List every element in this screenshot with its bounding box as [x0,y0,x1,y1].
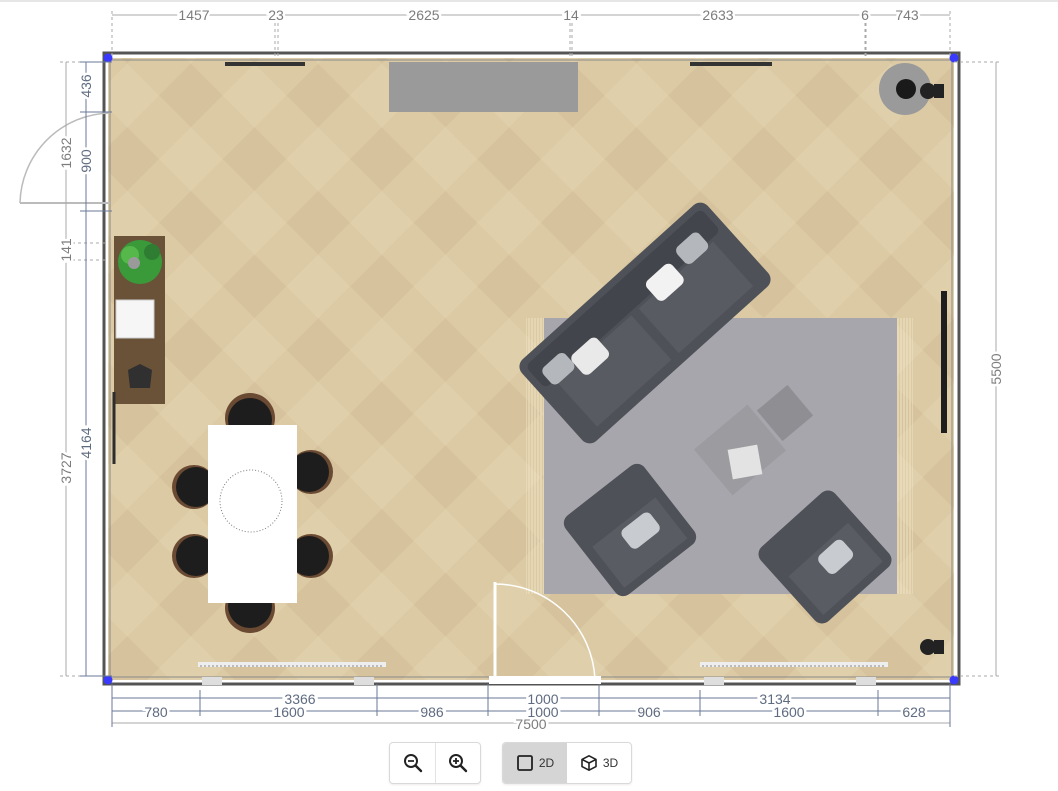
top-window-right[interactable] [690,62,772,66]
view-2d-button[interactable]: 2D [503,743,567,783]
dim-top-6: 6 [861,7,869,23]
dim-bottom-r2-2: 1600 [273,704,304,720]
view-2d-label: 2D [538,756,555,770]
books-stack [115,299,155,339]
dim-left-outer-3: 3727 [58,452,74,483]
dim-left-inner-1: 436 [78,74,94,98]
view-3d-button[interactable]: 3D [567,743,631,783]
tv-unit[interactable] [941,291,947,433]
dim-top-1: 1457 [178,7,209,23]
view-toggle: 2D 3D [502,742,632,784]
side-shelf[interactable] [114,236,165,404]
dim-top-4: 14 [563,7,579,23]
dim-bottom-r2-3: 986 [420,704,444,720]
dim-bottom-r2-7: 628 [902,704,926,720]
dim-top-7: 743 [895,7,919,23]
square-2d-icon [516,755,533,771]
dim-left-inner-2: 900 [78,149,94,173]
dim-bottom-r2-6: 1600 [773,704,804,720]
zoom-in-icon [449,754,468,773]
dim-top-3: 2625 [408,7,439,23]
dim-left-outer-2: 141 [58,238,74,262]
zoom-out-icon [403,754,422,773]
dim-left-outer-1: 1632 [58,137,74,168]
dim-right: 5500 [988,353,1004,384]
dim-bottom-r2-5: 906 [637,704,661,720]
top-window-left[interactable] [225,62,305,66]
dim-top-2: 23 [268,7,284,23]
floor-plan-canvas[interactable]: 1457 23 2625 14 2633 6 743 1632 141 3727… [0,0,1058,791]
top-cabinet[interactable] [389,62,578,112]
dim-top-5: 2633 [702,7,733,23]
dim-left-inner-3: 4164 [78,427,94,458]
table-centerpiece [219,469,283,533]
view-3d-label: 3D [602,756,619,770]
dim-bottom-r2-1: 780 [144,704,168,720]
zoom-in-button[interactable] [435,743,480,783]
top-dimensions [111,11,951,58]
speaker-top-right[interactable] [920,83,944,99]
cube-3d-icon [581,755,597,771]
zoom-out-button[interactable] [390,743,435,783]
dim-bottom-total: 7500 [515,716,546,732]
speaker-bottom-right[interactable] [920,639,944,655]
zoom-toolbar [389,742,481,784]
